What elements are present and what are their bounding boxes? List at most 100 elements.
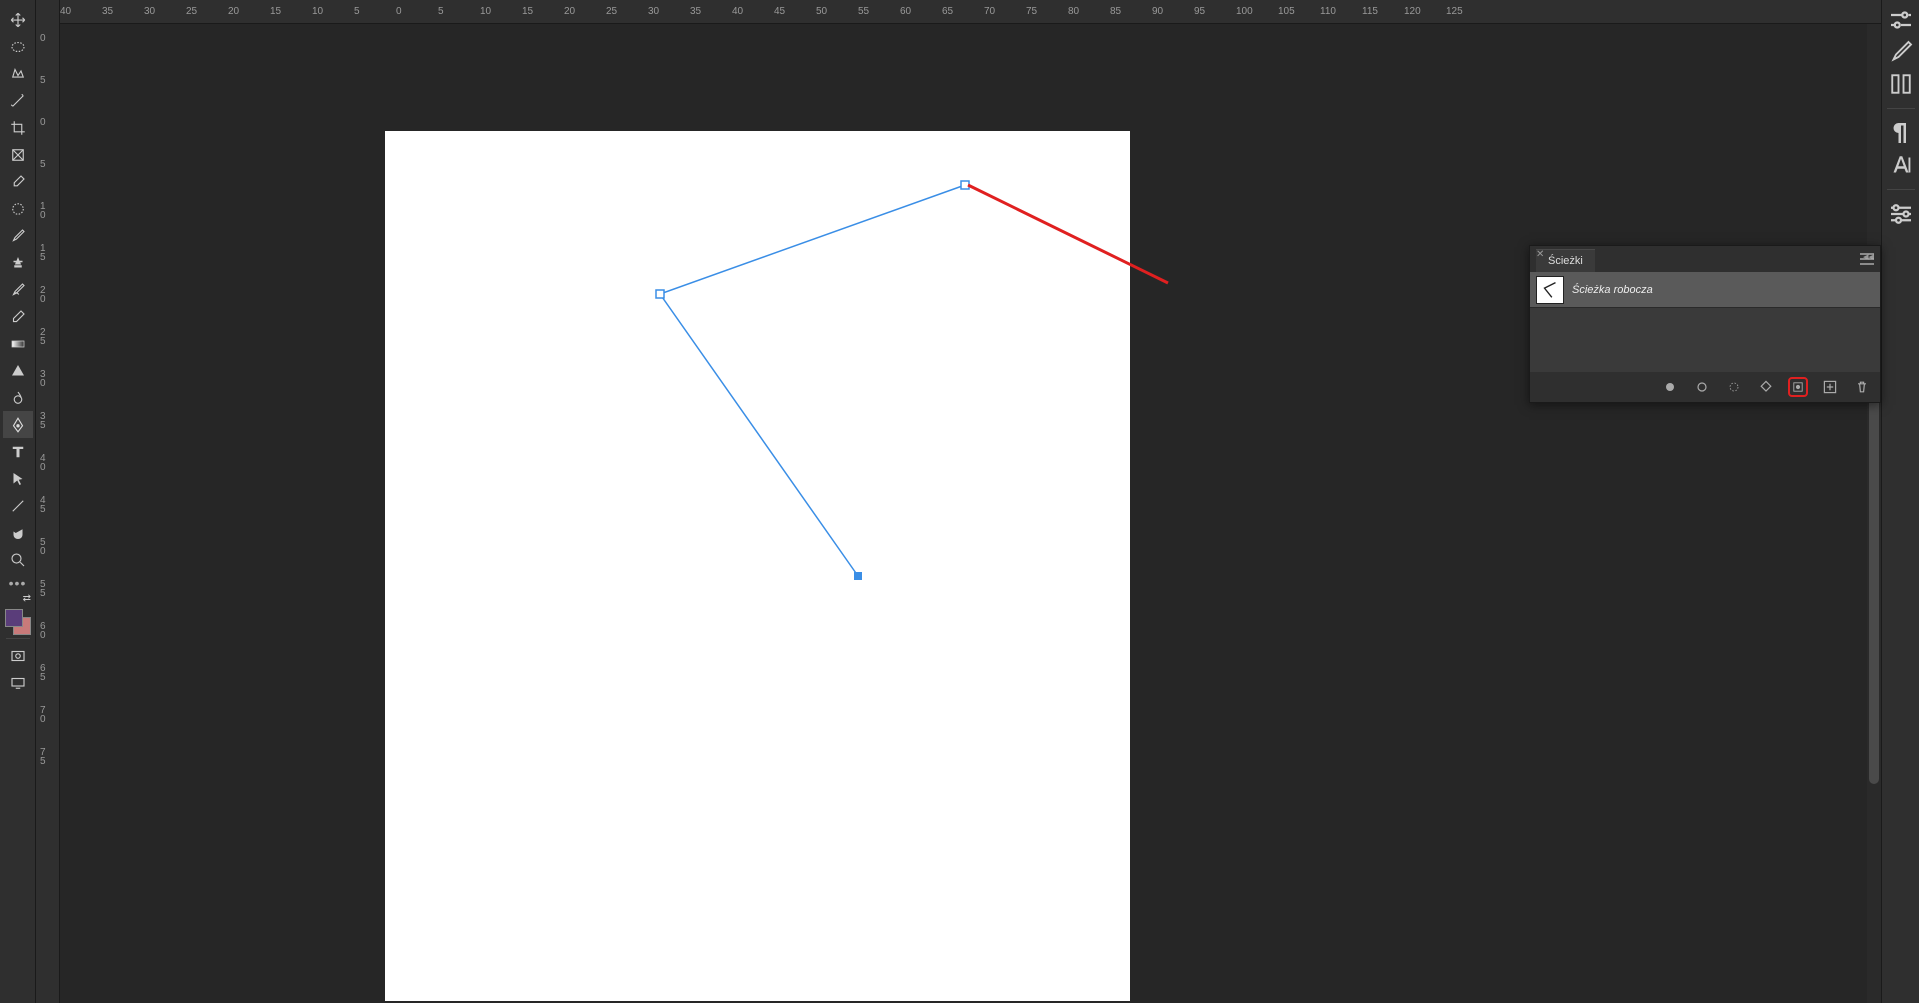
path-from-selection-icon[interactable] — [1756, 377, 1776, 397]
character-icon[interactable] — [1886, 153, 1916, 177]
clone-stamp-tool[interactable] — [3, 249, 33, 276]
ruler-tick: 70 — [40, 706, 46, 724]
hand-tool[interactable] — [3, 519, 33, 546]
path-selection-tool[interactable] — [3, 465, 33, 492]
ruler-tick: 40 — [60, 6, 71, 17]
healing-brush-tool[interactable] — [3, 195, 33, 222]
ruler-tick: 90 — [1152, 6, 1163, 17]
ruler-tick: 75 — [1026, 6, 1037, 17]
adjustments-icon[interactable] — [1886, 8, 1916, 32]
ruler-tick: 50 — [40, 538, 46, 556]
align-panel-icon[interactable] — [1886, 72, 1916, 96]
ruler-tick: 110 — [1320, 6, 1336, 17]
ruler-tick: 50 — [816, 6, 827, 17]
color-swatches[interactable] — [5, 609, 31, 635]
type-tool[interactable] — [3, 438, 33, 465]
ruler-tick: 70 — [984, 6, 995, 17]
canvas-area[interactable] — [60, 24, 1881, 1003]
pen-tool[interactable] — [3, 411, 33, 438]
ruler-tick: 0 — [40, 34, 46, 43]
eyedropper-tool[interactable] — [3, 168, 33, 195]
paths-panel: ✕ ◂◂ Ścieżki Ścieżka robocza — [1529, 245, 1881, 403]
selection-from-path-icon[interactable] — [1724, 377, 1744, 397]
ruler-tick: 125 — [1446, 6, 1463, 17]
ruler-tick: 5 — [354, 6, 360, 17]
ruler-tick: 95 — [1194, 6, 1205, 17]
panel-menu-icon[interactable] — [1860, 253, 1874, 268]
panel-header: ✕ ◂◂ Ścieżki — [1530, 246, 1880, 272]
artboard[interactable] — [385, 131, 1130, 1001]
shape-tool[interactable] — [3, 357, 33, 384]
ruler-tick: 0 — [396, 6, 402, 17]
left-ruler: 05051015202530354045505560657075 — [36, 24, 60, 1003]
ruler-tick: 20 — [564, 6, 575, 17]
ruler-corner — [36, 0, 60, 24]
fill-path-icon[interactable] — [1660, 377, 1680, 397]
ruler-tick: 10 — [312, 6, 323, 17]
ruler-tick: 25 — [186, 6, 197, 17]
right-toolbar — [1881, 0, 1919, 1003]
ruler-tick: 15 — [522, 6, 533, 17]
ruler-tick: 35 — [40, 412, 46, 430]
brush-panel-icon[interactable] — [1886, 40, 1916, 64]
panel-body: Ścieżka robocza — [1530, 272, 1880, 372]
ruler-tick: 100 — [1236, 6, 1253, 17]
panel-close-icon[interactable]: ✕ — [1536, 249, 1544, 260]
line-tool[interactable] — [3, 492, 33, 519]
top-ruler: 4035302520151050510152025303540455055606… — [36, 0, 1881, 24]
ruler-tick: 25 — [40, 328, 46, 346]
ruler-tick: 30 — [648, 6, 659, 17]
ruler-tick: 0 — [40, 118, 46, 127]
lasso-tool[interactable] — [3, 60, 33, 87]
ruler-tick: 85 — [1110, 6, 1121, 17]
screenmode-tool[interactable] — [3, 669, 33, 696]
history-brush-tool[interactable] — [3, 276, 33, 303]
ruler-tick: 60 — [900, 6, 911, 17]
ruler-tick: 115 — [1362, 6, 1378, 17]
ruler-tick: 15 — [40, 244, 46, 262]
delete-path-icon[interactable] — [1852, 377, 1872, 397]
add-mask-icon[interactable] — [1788, 377, 1808, 397]
properties-icon[interactable] — [1886, 202, 1916, 226]
ruler-tick: 5 — [438, 6, 444, 17]
paths-tab[interactable]: Ścieżki — [1536, 249, 1595, 272]
swap-colors-icon[interactable]: ⇄ — [23, 593, 31, 607]
ruler-tick: 10 — [40, 202, 46, 220]
ruler-tick: 40 — [732, 6, 743, 17]
foreground-color-swatch[interactable] — [5, 609, 23, 627]
ruler-tick: 20 — [228, 6, 239, 17]
ruler-tick: 65 — [942, 6, 953, 17]
ruler-tick: 105 — [1278, 6, 1295, 17]
eraser-tool[interactable] — [3, 303, 33, 330]
zoom-tool[interactable] — [3, 546, 33, 573]
path-row[interactable]: Ścieżka robocza — [1530, 272, 1880, 308]
ruler-tick: 5 — [40, 160, 46, 169]
ruler-tick: 45 — [774, 6, 785, 17]
gradient-tool[interactable] — [3, 330, 33, 357]
new-path-icon[interactable] — [1820, 377, 1840, 397]
ellipse-marquee-tool[interactable] — [3, 33, 33, 60]
magic-wand-tool[interactable] — [3, 87, 33, 114]
ruler-tick: 65 — [40, 664, 46, 682]
vertical-scrollbar[interactable] — [1867, 24, 1881, 1003]
ruler-tick: 35 — [102, 6, 113, 17]
ruler-tick: 120 — [1404, 6, 1421, 17]
ruler-tick: 10 — [480, 6, 491, 17]
paragraph-icon[interactable] — [1886, 121, 1916, 145]
stroke-path-icon[interactable] — [1692, 377, 1712, 397]
ruler-tick: 60 — [40, 622, 46, 640]
quickmask-tool[interactable] — [3, 642, 33, 669]
crop-tool[interactable] — [3, 114, 33, 141]
ruler-tick: 55 — [40, 580, 46, 598]
ruler-tick: 20 — [40, 286, 46, 304]
ruler-tick: 15 — [270, 6, 281, 17]
more-tools[interactable]: ••• — [9, 573, 27, 593]
blur-tool[interactable] — [3, 384, 33, 411]
move-tool[interactable] — [3, 6, 33, 33]
ruler-tick: 5 — [40, 76, 46, 85]
frame-tool[interactable] — [3, 141, 33, 168]
ruler-tick: 35 — [690, 6, 701, 17]
brush-tool[interactable] — [3, 222, 33, 249]
panel-footer — [1530, 372, 1880, 402]
ruler-tick: 80 — [1068, 6, 1079, 17]
